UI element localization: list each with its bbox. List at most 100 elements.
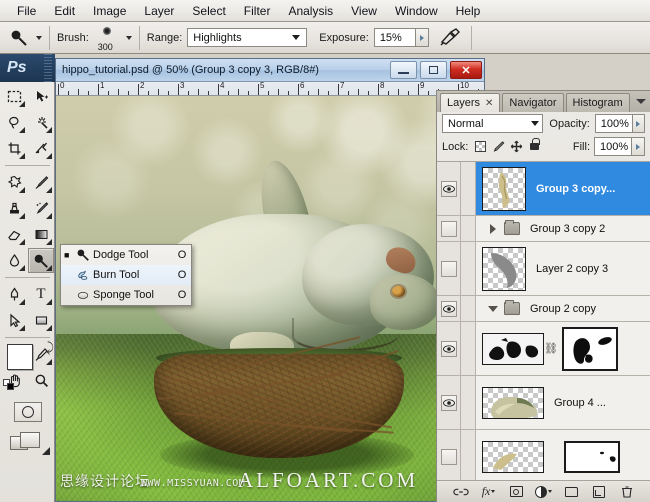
lock-pixels-icon[interactable]: [491, 139, 506, 154]
fill-stepper[interactable]: [632, 137, 645, 156]
layer-link-cell[interactable]: [461, 242, 476, 295]
dodge-tool[interactable]: [28, 248, 54, 273]
add-layer-mask-icon[interactable]: [507, 484, 525, 500]
layer-style-fx-icon[interactable]: fx: [480, 484, 498, 500]
table-row[interactable]: Group 4 ...: [437, 376, 650, 430]
opacity-input[interactable]: 100%: [595, 114, 633, 133]
lock-position-icon[interactable]: [509, 139, 524, 154]
layer-visibility-toggle[interactable]: [437, 376, 461, 429]
slice-tool[interactable]: [28, 136, 54, 161]
table-row[interactable]: ⛓: [437, 322, 650, 376]
layer-visibility-toggle[interactable]: [437, 430, 461, 481]
menu-file[interactable]: File: [8, 2, 45, 20]
brush-preview[interactable]: 300: [94, 25, 120, 51]
layer-mask-thumbnail[interactable]: [564, 441, 620, 473]
menu-select[interactable]: Select: [183, 2, 234, 20]
screen-mode-icon[interactable]: [10, 432, 46, 454]
path-selection-tool[interactable]: [1, 308, 27, 333]
magic-wand-tool[interactable]: [28, 110, 54, 135]
quick-mask-icon[interactable]: [14, 402, 42, 422]
group-twirl-expanded[interactable]: [486, 306, 500, 312]
menu-filter[interactable]: Filter: [235, 2, 280, 20]
panel-menu-icon[interactable]: [634, 95, 647, 108]
fill-input[interactable]: 100%: [594, 137, 632, 156]
type-tool[interactable]: T: [28, 282, 54, 307]
opacity-stepper[interactable]: [633, 114, 645, 133]
layer-link-cell[interactable]: [461, 162, 476, 215]
minimize-button[interactable]: [390, 61, 417, 79]
tab-layers[interactable]: Layers ✕: [440, 93, 500, 112]
menu-layer[interactable]: Layer: [135, 2, 183, 20]
lock-transparency-icon[interactable]: [473, 139, 488, 154]
exposure-stepper[interactable]: [416, 28, 429, 47]
foreground-color-swatch[interactable]: [7, 344, 33, 370]
table-row[interactable]: [437, 430, 650, 481]
layer-visibility-toggle[interactable]: [437, 162, 461, 215]
layer-visibility-toggle[interactable]: [437, 296, 461, 321]
tab-navigator[interactable]: Navigator: [502, 93, 563, 112]
lasso-tool[interactable]: [1, 110, 27, 135]
table-row[interactable]: Layer 2 copy 3: [437, 242, 650, 296]
menu-view[interactable]: View: [342, 2, 386, 20]
menu-edit[interactable]: Edit: [45, 2, 84, 20]
default-colors-icon[interactable]: [3, 379, 14, 390]
layer-link-cell[interactable]: [461, 322, 476, 375]
menu-window[interactable]: Window: [386, 2, 447, 20]
horizontal-ruler[interactable]: 0 1 2 3 4 5 6 7 8 9 10: [56, 82, 484, 96]
history-brush-tool[interactable]: [28, 196, 54, 221]
layer-link-cell[interactable]: [461, 430, 476, 481]
move-tool[interactable]: [28, 84, 54, 109]
table-row[interactable]: Group 3 copy 2: [437, 216, 650, 242]
brush-picker-caret[interactable]: [126, 36, 132, 40]
layer-link-cell[interactable]: [461, 296, 476, 321]
layer-thumbnail[interactable]: [482, 387, 544, 419]
layer-mask-thumbnail[interactable]: [562, 327, 618, 371]
flyout-item-sponge-tool[interactable]: Sponge Tool O: [61, 285, 191, 305]
range-select[interactable]: Highlights: [187, 28, 307, 47]
layer-visibility-toggle[interactable]: [437, 216, 461, 241]
airbrush-icon[interactable]: [439, 27, 463, 49]
swap-colors-icon[interactable]: ⤸: [46, 340, 54, 356]
new-group-icon[interactable]: [563, 484, 581, 500]
new-adjustment-layer-icon[interactable]: [535, 484, 553, 500]
crop-tool[interactable]: [1, 136, 27, 161]
layer-thumbnail[interactable]: [482, 333, 544, 365]
tab-histogram[interactable]: Histogram: [566, 93, 630, 112]
layer-thumbnail[interactable]: [482, 247, 526, 291]
layer-thumbnail[interactable]: [482, 167, 526, 211]
layer-list[interactable]: Group 3 copy... Group 3 copy 2: [437, 161, 650, 481]
mask-link-icon[interactable]: ⛓: [544, 342, 554, 355]
document-title-bar[interactable]: hippo_tutorial.psd @ 50% (Group 3 copy 3…: [56, 59, 484, 82]
layer-visibility-toggle[interactable]: [437, 322, 461, 375]
rectangular-marquee-tool[interactable]: [1, 84, 27, 109]
pen-tool[interactable]: [1, 282, 27, 307]
layer-link-cell[interactable]: [461, 216, 476, 241]
clone-stamp-tool[interactable]: [1, 196, 27, 221]
current-tool-icon[interactable]: [8, 28, 30, 48]
close-icon[interactable]: ✕: [485, 98, 493, 109]
layer-link-cell[interactable]: [461, 376, 476, 429]
panel-grip[interactable]: [44, 54, 52, 82]
rectangle-shape-tool[interactable]: [28, 308, 54, 333]
menu-image[interactable]: Image: [84, 2, 135, 20]
group-twirl-collapsed[interactable]: [486, 224, 500, 234]
flyout-item-dodge-tool[interactable]: ■ Dodge Tool O: [61, 245, 191, 265]
menu-analysis[interactable]: Analysis: [279, 2, 342, 20]
close-button[interactable]: ✕: [450, 61, 482, 79]
flyout-item-burn-tool[interactable]: Burn Tool O: [61, 265, 191, 285]
delete-layer-icon[interactable]: [618, 484, 636, 500]
blend-mode-select[interactable]: Normal: [442, 114, 543, 133]
table-row[interactable]: Group 3 copy...: [437, 162, 650, 216]
eraser-tool[interactable]: [1, 222, 27, 247]
blur-tool[interactable]: [1, 248, 27, 273]
link-layers-icon[interactable]: [452, 484, 470, 500]
layer-visibility-toggle[interactable]: [437, 242, 461, 295]
new-layer-icon[interactable]: [590, 484, 608, 500]
brush-tool[interactable]: [28, 170, 54, 195]
menu-help[interactable]: Help: [447, 2, 490, 20]
gradient-tool[interactable]: [28, 222, 54, 247]
maximize-button[interactable]: [420, 61, 447, 79]
healing-brush-tool[interactable]: [1, 170, 27, 195]
exposure-input[interactable]: 15%: [374, 28, 416, 47]
layer-thumbnail[interactable]: [482, 441, 544, 473]
